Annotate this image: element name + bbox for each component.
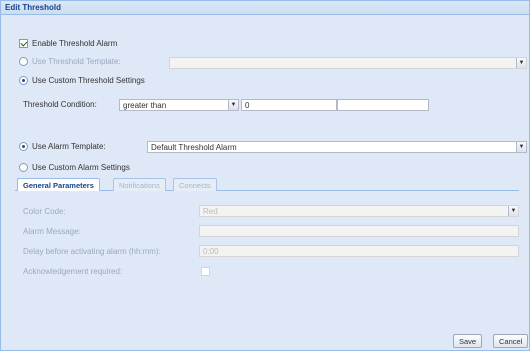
alarm-template-row[interactable]: Use Alarm Template:	[19, 142, 106, 151]
alarm-message-input[interactable]	[199, 225, 519, 237]
threshold-template-select[interactable]: ▼	[169, 57, 527, 69]
custom-threshold-radio[interactable]	[19, 76, 28, 85]
save-button[interactable]: Save	[453, 334, 483, 348]
condition-value-input[interactable]: 0	[241, 99, 337, 111]
chevron-down-icon[interactable]: ▼	[228, 100, 238, 110]
ack-label: Acknowledgement required:	[23, 267, 123, 276]
color-code-label: Color Code:	[23, 207, 66, 216]
enable-alarm-checkbox[interactable]	[19, 39, 28, 48]
alarm-tabs: General Parameters Notifications Connect…	[15, 177, 519, 192]
threshold-template-label: Use Threshold Template:	[32, 57, 121, 66]
delay-label-row: Delay before activating alarm (hh:mm):	[23, 247, 161, 256]
color-code-select[interactable]: Red ▼	[199, 205, 519, 217]
delay-input[interactable]: 0:00	[199, 245, 519, 257]
custom-alarm-label: Use Custom Alarm Settings	[32, 163, 130, 172]
alarm-template-radio[interactable]	[19, 142, 28, 151]
custom-alarm-row[interactable]: Use Custom Alarm Settings	[19, 163, 130, 172]
threshold-template-row[interactable]: Use Threshold Template:	[19, 57, 121, 66]
color-code-value: Red	[203, 207, 218, 216]
cancel-button[interactable]: Cancel	[493, 334, 529, 348]
general-parameters-panel: Color Code: Red ▼ Alarm Message: Delay b…	[15, 191, 519, 321]
alarm-template-label: Use Alarm Template:	[32, 142, 106, 151]
tab-connects[interactable]: Connects	[173, 178, 217, 191]
condition-operator-select[interactable]: greater than ▼	[119, 99, 239, 111]
alarm-template-select[interactable]: Default Threshold Alarm ▼	[147, 141, 527, 153]
condition-unit-field	[337, 99, 429, 111]
dialog-title: Edit Threshold	[1, 1, 529, 15]
alarm-message-label-row: Alarm Message:	[23, 227, 81, 236]
chevron-down-icon[interactable]: ▼	[508, 206, 518, 216]
tab-general-parameters[interactable]: General Parameters	[17, 178, 100, 192]
edit-threshold-dialog: Edit Threshold Enable Threshold Alarm Us…	[0, 0, 530, 351]
threshold-condition-label: Threshold Condition:	[23, 100, 97, 109]
delay-label: Delay before activating alarm (hh:mm):	[23, 247, 161, 256]
chevron-down-icon[interactable]: ▼	[516, 58, 526, 68]
condition-operator-value: greater than	[123, 101, 167, 110]
ack-label-row: Acknowledgement required:	[23, 267, 122, 276]
enable-alarm-row[interactable]: Enable Threshold Alarm	[19, 39, 117, 48]
delay-value: 0:00	[203, 247, 219, 256]
alarm-template-value: Default Threshold Alarm	[151, 143, 237, 152]
ack-checkbox[interactable]	[201, 267, 210, 276]
color-code-label-row: Color Code:	[23, 207, 66, 216]
custom-alarm-radio[interactable]	[19, 163, 28, 172]
tab-notifications[interactable]: Notifications	[113, 178, 166, 191]
custom-threshold-row[interactable]: Use Custom Threshold Settings	[19, 76, 145, 85]
threshold-condition-label-row: Threshold Condition:	[23, 100, 97, 109]
condition-value: 0	[245, 101, 250, 110]
threshold-template-radio[interactable]	[19, 57, 28, 66]
enable-alarm-label: Enable Threshold Alarm	[32, 39, 118, 48]
custom-threshold-label: Use Custom Threshold Settings	[32, 76, 145, 85]
alarm-message-label: Alarm Message:	[23, 227, 81, 236]
chevron-down-icon[interactable]: ▼	[516, 142, 526, 152]
